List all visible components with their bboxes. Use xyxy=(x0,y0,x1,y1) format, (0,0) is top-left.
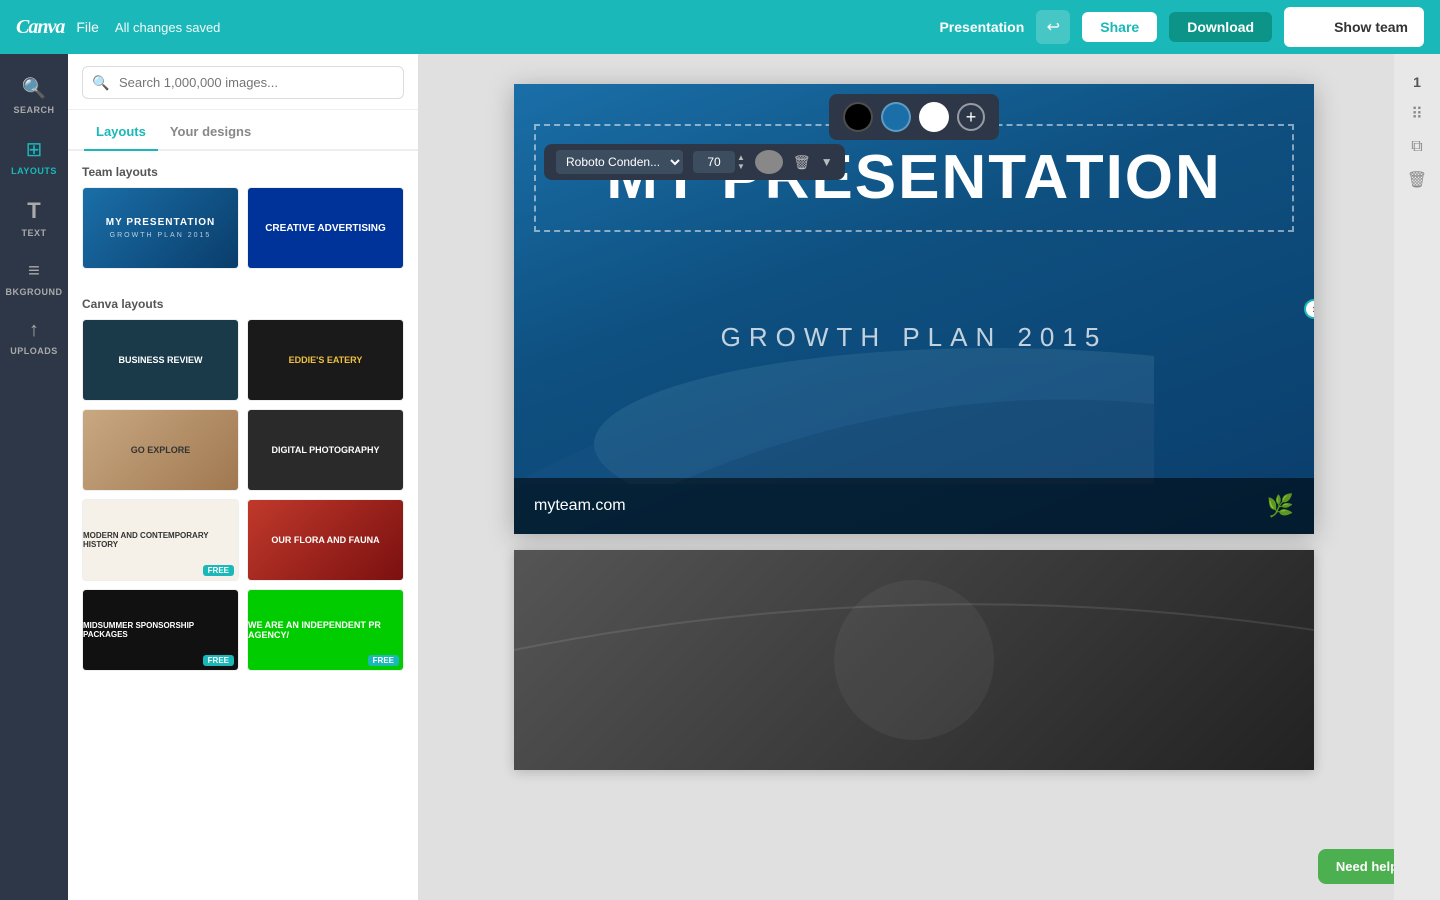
left-panel: 🔍 Layouts Your designs Team layouts MY P… xyxy=(68,54,418,900)
slide-container: + Roboto Conden... ▲ ▼ 🗑 ▼ xyxy=(514,84,1314,770)
download-button[interactable]: Download xyxy=(1169,12,1272,42)
duplicate-slide-button[interactable]: ⧉ xyxy=(1411,138,1422,156)
second-slide[interactable] xyxy=(514,550,1314,770)
team-thumb-1-label: MY PRESENTATION xyxy=(106,217,215,228)
file-menu[interactable]: File xyxy=(76,19,99,35)
search-input[interactable] xyxy=(82,66,404,99)
grid-view-button[interactable]: ⠿ xyxy=(1411,104,1423,124)
font-selector[interactable]: Roboto Conden... xyxy=(556,150,683,174)
canva-thumb-5-label: MODERN AND CONTEMPORARY HISTORY xyxy=(83,531,238,549)
slide-footer: myteam.com 🌿 xyxy=(514,478,1314,534)
layout-thumb-canva-8[interactable]: WE ARE AN INDEPENDENT PR AGENCY/ FREE xyxy=(247,589,404,671)
avatar xyxy=(1300,14,1326,40)
canva-thumb-7-label: MIDSUMMER SPONSORSHIP PACKAGES xyxy=(83,621,238,639)
layout-thumb-canva-2[interactable]: EDDIE'S EATERY xyxy=(247,319,404,401)
color-dot-blue[interactable] xyxy=(881,102,911,132)
team-layouts-title: Team layouts xyxy=(68,151,418,187)
sidebar-label-search: SEARCH xyxy=(13,105,54,115)
canva-layouts-title: Canva layouts xyxy=(68,283,418,319)
canva-thumb-6-label: OUR FLORA AND FAUNA xyxy=(271,535,379,545)
show-team-button[interactable]: Show team xyxy=(1284,7,1424,47)
font-toolbar: Roboto Conden... ▲ ▼ 🗑 ▼ xyxy=(544,144,845,180)
search-icon-panel: 🔍 xyxy=(92,74,109,91)
canva-thumb-3-label: GO EXPLORE xyxy=(131,445,191,455)
free-badge-8: FREE xyxy=(368,655,399,666)
uploads-icon: ↑ xyxy=(29,319,39,342)
layout-thumb-canva-4[interactable]: DIGITAL PHOTOGRAPHY xyxy=(247,409,404,491)
font-chevron-button[interactable]: ▼ xyxy=(821,155,833,169)
color-toolbar: + xyxy=(829,94,999,140)
layout-thumb-canva-7[interactable]: MIDSUMMER SPONSORSHIP PACKAGES FREE xyxy=(82,589,239,671)
free-badge-5: FREE xyxy=(203,565,234,576)
team-thumb-1-sub: GROWTH PLAN 2015 xyxy=(110,232,212,239)
color-dot-black[interactable] xyxy=(843,102,873,132)
undo-button[interactable]: ↩ xyxy=(1036,10,1070,44)
canva-thumb-4-label: DIGITAL PHOTOGRAPHY xyxy=(271,445,379,455)
second-slide-graphic xyxy=(514,550,1314,770)
background-icon: ≡ xyxy=(28,260,40,283)
slide-footer-logo: 🌿 xyxy=(1267,493,1294,519)
save-status: All changes saved xyxy=(115,20,928,35)
font-size-down[interactable]: ▼ xyxy=(737,162,745,171)
tab-your-designs[interactable]: Your designs xyxy=(158,118,263,151)
tab-layouts[interactable]: Layouts xyxy=(84,118,158,151)
slide-footer-url: myteam.com xyxy=(534,497,626,515)
slide-subtitle: GROWTH PLAN 2015 xyxy=(514,322,1314,353)
font-toggle[interactable] xyxy=(755,150,783,174)
slide-number: 1 xyxy=(1413,74,1421,90)
search-bar: 🔍 xyxy=(68,54,418,110)
team-layouts-grid: MY PRESENTATION GROWTH PLAN 2015 CREATIV… xyxy=(68,187,418,283)
sidebar-label-uploads: UPLOADS xyxy=(10,346,58,356)
layout-thumb-canva-6[interactable]: OUR FLORA AND FAUNA xyxy=(247,499,404,581)
team-thumb-2-label: CREATIVE ADVERTISING xyxy=(265,223,386,234)
canva-thumb-8-label: WE ARE AN INDEPENDENT PR AGENCY/ xyxy=(248,620,403,640)
search-icon: 🔍 xyxy=(22,76,47,101)
sidebar-item-uploads[interactable]: ↑ UPLOADS xyxy=(0,309,68,366)
canva-thumb-2-label: EDDIE'S EATERY xyxy=(289,355,363,365)
sidebar-item-text[interactable]: T TEXT xyxy=(0,188,68,248)
document-title[interactable]: Presentation xyxy=(939,19,1024,35)
color-dot-white[interactable] xyxy=(919,102,949,132)
sidebar-label-text: TEXT xyxy=(21,228,46,238)
wing-graphic xyxy=(514,284,1154,484)
sidebar-label-background: BKGROUND xyxy=(6,287,63,297)
layouts-icon: ⊞ xyxy=(26,137,43,162)
topnav: Canva File All changes saved Presentatio… xyxy=(0,0,1440,54)
canva-logo: Canva xyxy=(16,16,64,39)
layout-thumb-canva-5[interactable]: MODERN AND CONTEMPORARY HISTORY FREE xyxy=(82,499,239,581)
share-button[interactable]: Share xyxy=(1082,12,1157,42)
color-add-button[interactable]: + xyxy=(957,103,985,131)
sidebar: 🔍 SEARCH ⊞ LAYOUTS T TEXT ≡ BKGROUND ↑ U… xyxy=(0,54,68,900)
sidebar-label-layouts: LAYOUTS xyxy=(11,166,57,176)
canva-thumb-1-label: BUSINESS REVIEW xyxy=(118,355,202,365)
sidebar-item-layouts[interactable]: ⊞ LAYOUTS xyxy=(0,127,68,186)
font-size-up[interactable]: ▲ xyxy=(737,153,745,162)
panel-tabs: Layouts Your designs xyxy=(68,110,418,151)
layout-thumb-team-2[interactable]: CREATIVE ADVERTISING xyxy=(247,187,404,269)
layout-thumb-canva-1[interactable]: BUSINESS REVIEW xyxy=(82,319,239,401)
font-delete-button[interactable]: 🗑 xyxy=(793,154,811,171)
canvas-area: + Roboto Conden... ▲ ▼ 🗑 ▼ xyxy=(418,54,1440,900)
layout-thumb-team-1[interactable]: MY PRESENTATION GROWTH PLAN 2015 xyxy=(82,187,239,269)
right-panel: 1 ⠿ ⧉ 🗑 xyxy=(1394,54,1440,900)
sidebar-item-background[interactable]: ≡ BKGROUND xyxy=(0,250,68,307)
font-size-input[interactable] xyxy=(693,151,735,173)
text-icon: T xyxy=(27,198,40,224)
delete-slide-button[interactable]: 🗑 xyxy=(1407,170,1427,190)
canva-layouts-grid: BUSINESS REVIEW EDDIE'S EATERY GO EXPLOR… xyxy=(68,319,418,685)
sidebar-item-search[interactable]: 🔍 SEARCH xyxy=(0,66,68,125)
free-badge-7: FREE xyxy=(203,655,234,666)
layout-thumb-canva-3[interactable]: GO EXPLORE xyxy=(82,409,239,491)
